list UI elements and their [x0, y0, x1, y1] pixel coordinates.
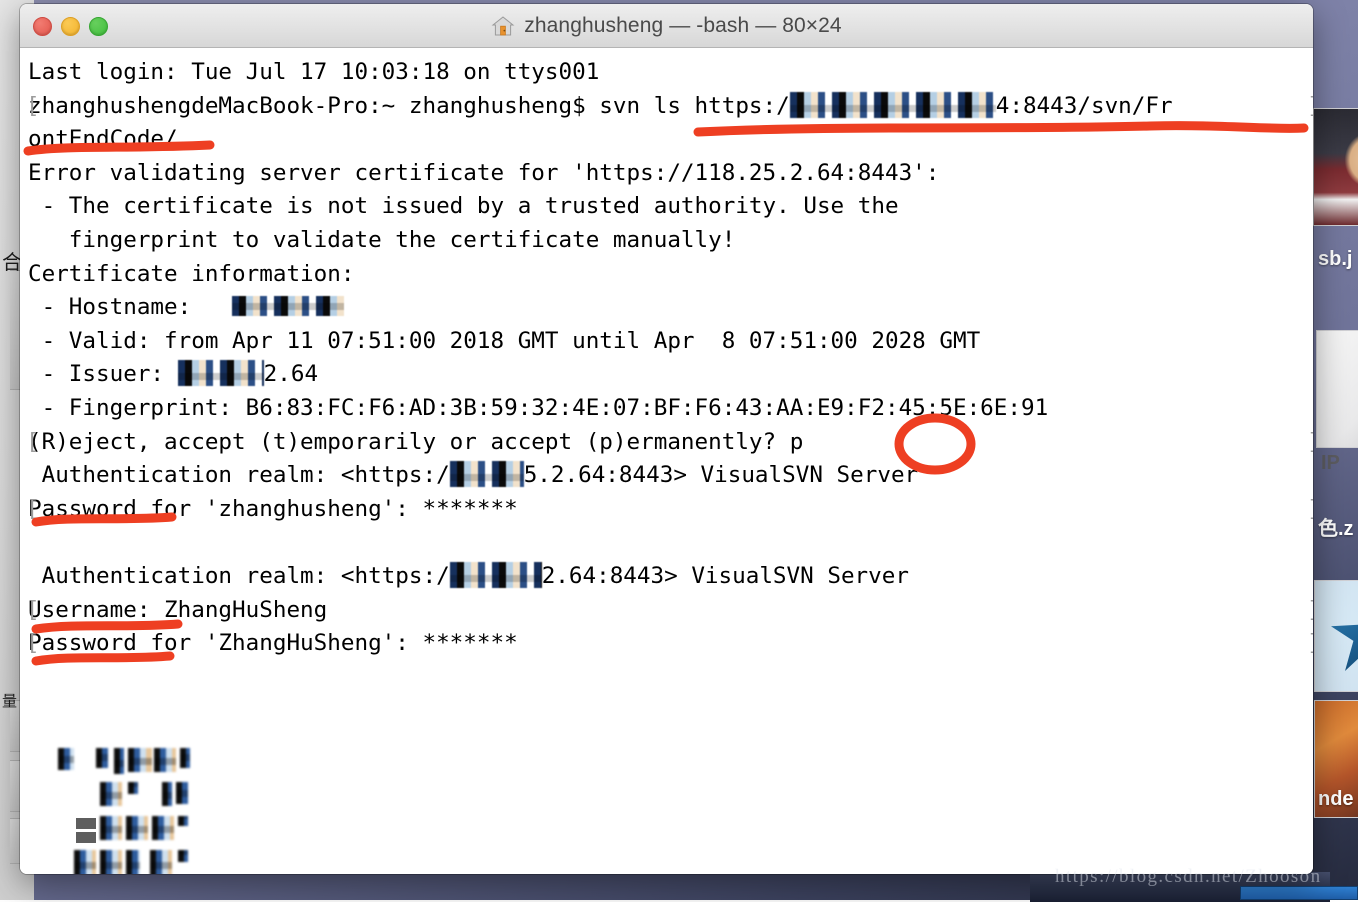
prompt-bracket-right: ] [1307, 426, 1313, 460]
terminal-line-text: zhanghushengdeMacBook-Pro:~ zhanghusheng… [28, 93, 1173, 119]
terminal-text-post: 2.64:8443> VisualSVN Server [542, 563, 909, 589]
prompt-bracket-right: ] [1307, 627, 1313, 661]
terminal-line: - Fingerprint: B6:83:FC:F6:AD:3B:59:32:4… [28, 392, 1313, 426]
redacted-directory-listing [54, 748, 294, 874]
prompt-bracket-left: [ [26, 90, 40, 124]
desktop-label-color: 色.z [1318, 512, 1354, 541]
prompt-bracket-left: [ [26, 493, 40, 527]
terminal-line-text: Authentication realm: <https:/ 2.64:8443>… [28, 563, 909, 589]
terminal-text: Last login: Tue Jul 17 10:03:18 on ttys0… [20, 56, 1313, 661]
desktop-label-nde: nde [1318, 788, 1354, 811]
terminal-text-post: 5.2.64:8443> VisualSVN Server [524, 462, 918, 488]
terminal-line-text: - Issuer: 2.64 [28, 361, 318, 387]
prompt-bracket-left: [ [26, 426, 40, 460]
terminal-line [28, 526, 1313, 560]
terminal-line-text: Username: ZhangHuSheng [28, 597, 327, 623]
thumbnail-image [1314, 109, 1358, 225]
minimize-button[interactable] [61, 17, 80, 36]
terminal-line-text: (R)eject, accept (t)emporarily or accept… [28, 429, 803, 455]
terminal-line: Last login: Tue Jul 17 10:03:18 on ttys0… [28, 56, 1313, 90]
terminal-text-pre: Authentication realm: <https:/ [28, 563, 450, 589]
terminal-line: - Issuer: 2.64 [28, 358, 1313, 392]
terminal-line: Certificate information: [28, 258, 1313, 292]
terminal-line: fingerprint to validate the certificate … [28, 224, 1313, 258]
desktop-label-ip: IP [1321, 452, 1340, 475]
terminal-window[interactable]: zhanghusheng — -bash — 80×24 Last login:… [20, 4, 1313, 874]
prompt-bracket-right: ] [1307, 594, 1313, 628]
terminal-line-text: ontEndCode/ [28, 126, 178, 152]
redacted-ip-address [450, 461, 524, 487]
terminal-text-pre: - Hostname: [28, 294, 232, 320]
terminal-text-post: 2.64 [264, 361, 318, 387]
window-title: zhanghusheng — -bash — 80×24 [524, 14, 841, 38]
maximize-button[interactable] [89, 17, 108, 36]
redacted-row [54, 748, 294, 782]
terminal-line-text: - Valid: from Apr 11 07:51:00 2018 GMT u… [28, 328, 980, 354]
terminal-line: [(R)eject, accept (t)emporarily or accep… [28, 426, 1313, 460]
redacted-row [54, 782, 294, 816]
star-icon [1331, 601, 1358, 671]
terminal-output-area[interactable]: Last login: Tue Jul 17 10:03:18 on ttys0… [20, 48, 1313, 874]
redacted-ip-address [178, 360, 264, 386]
redacted-row [54, 850, 294, 874]
terminal-line-text: - The certificate is not issued by a tru… [28, 193, 899, 219]
watermark: https://blog.csdn.net/Zhooson [1055, 866, 1322, 888]
terminal-line: Authentication realm: <https:/ 2.64:8443>… [28, 560, 1313, 594]
prompt-bracket-left: [ [26, 627, 40, 661]
desktop-thumbnail-document[interactable] [1316, 330, 1358, 448]
redacted-row [54, 816, 294, 850]
terminal-line-text: - Fingerprint: B6:83:FC:F6:AD:3B:59:32:4… [28, 395, 1048, 421]
terminal-line-text: Last login: Tue Jul 17 10:03:18 on ttys0… [28, 59, 599, 85]
terminal-line: - Hostname: [28, 291, 1313, 325]
desktop-thumbnail-person[interactable] [1313, 108, 1358, 226]
close-button[interactable] [33, 17, 52, 36]
terminal-line: [Password for 'zhanghusheng': *******] [28, 493, 1313, 527]
desktop-thumbnail-star[interactable] [1314, 580, 1358, 692]
thumbnail-image [1317, 331, 1358, 447]
terminal-line-text: Authentication realm: <https:/ 5.2.64:844… [28, 462, 918, 488]
terminal-line-text: fingerprint to validate the certificate … [28, 227, 735, 253]
prompt-bracket-right: ] [1307, 493, 1313, 527]
terminal-line: Error validating server certificate for … [28, 157, 1313, 191]
taskbar-chip[interactable] [1240, 886, 1358, 900]
terminal-text-pre: zhanghushengdeMacBook-Pro:~ zhanghusheng… [28, 93, 790, 119]
home-icon [491, 14, 515, 38]
terminal-text-pre: - Issuer: [28, 361, 178, 387]
terminal-line-text: Password for 'ZhangHuSheng': ******* [28, 630, 518, 656]
terminal-line-text: - Hostname: [28, 294, 344, 320]
terminal-line: [zhanghushengdeMacBook-Pro:~ zhanghushen… [28, 90, 1313, 124]
thumbnail-image [1315, 581, 1358, 691]
redacted-ip-address [450, 562, 542, 588]
window-titlebar[interactable]: zhanghusheng — -bash — 80×24 [20, 4, 1313, 48]
prompt-bracket-left: [ [26, 594, 40, 628]
redacted-ip-address [232, 296, 344, 316]
desktop-label-sbj: sb.j [1318, 248, 1352, 271]
terminal-line: - Valid: from Apr 11 07:51:00 2018 GMT u… [28, 325, 1313, 359]
prompt-bracket-right: ] [1307, 90, 1313, 124]
terminal-line-text: Password for 'zhanghusheng': ******* [28, 496, 518, 522]
redacted-ip-address [790, 92, 996, 118]
terminal-line: [Password for 'ZhangHuSheng': *******] [28, 627, 1313, 661]
terminal-line: Authentication realm: <https:/ 5.2.64:844… [28, 459, 1313, 493]
terminal-line: - The certificate is not issued by a tru… [28, 190, 1313, 224]
terminal-text-post: 4:8443/svn/Fr [996, 93, 1173, 119]
terminal-line-text: Error validating server certificate for … [28, 160, 939, 186]
window-controls [33, 4, 108, 48]
terminal-line-text: Certificate information: [28, 261, 354, 287]
terminal-line: ontEndCode/ [28, 123, 1313, 157]
terminal-text-pre: Authentication realm: <https:/ [28, 462, 450, 488]
window-title-group: zhanghusheng — -bash — 80×24 [491, 14, 841, 38]
terminal-line: [Username: ZhangHuSheng] [28, 594, 1313, 628]
